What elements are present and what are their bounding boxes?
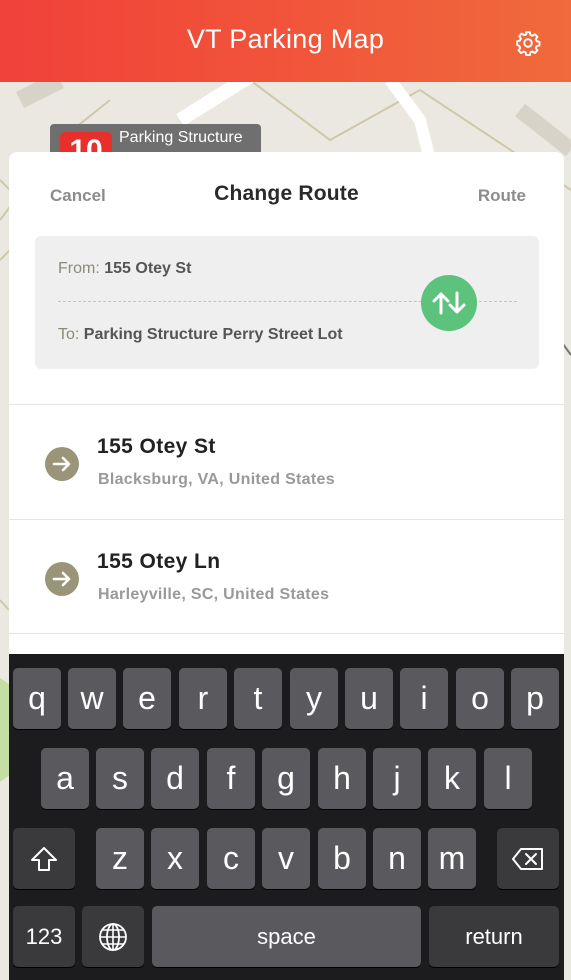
key-m[interactable]: m [428, 828, 476, 889]
key-r[interactable]: r [179, 668, 227, 729]
key-l[interactable]: l [484, 748, 532, 809]
from-prefix: From: [58, 260, 100, 277]
globe-key[interactable] [82, 906, 144, 967]
results-list: 155 Otey St Blacksburg, VA, United State… [9, 404, 564, 634]
shift-icon [31, 846, 57, 871]
list-item[interactable]: 155 Otey St Blacksburg, VA, United State… [9, 404, 564, 519]
shift-key[interactable] [13, 828, 75, 889]
on-screen-keyboard: q w e r t y u i o p a s d f g h j k l z … [9, 654, 564, 980]
to-field[interactable]: To: Parking Structure Perry Street Lot [58, 326, 343, 344]
result-name: 155 Otey St [97, 435, 216, 458]
key-y[interactable]: y [290, 668, 338, 729]
arrow-right-icon [45, 447, 79, 481]
app-title: VT Parking Map [186, 23, 385, 54]
backspace-icon [512, 847, 543, 870]
key-z[interactable]: z [96, 828, 144, 889]
change-route-panel: Cancel Change Route Route From: 155 Otey… [9, 152, 564, 672]
key-t[interactable]: t [234, 668, 282, 729]
key-n[interactable]: n [373, 828, 421, 889]
from-field[interactable]: From: 155 Otey St [58, 260, 191, 278]
key-e[interactable]: e [123, 668, 171, 729]
to-prefix: To: [58, 326, 80, 343]
key-c[interactable]: c [207, 828, 255, 889]
numbers-key[interactable]: 123 [13, 906, 75, 967]
marker-label: Parking Structure [119, 129, 243, 146]
from-value: 155 Otey St [104, 260, 192, 277]
backspace-key[interactable] [497, 828, 559, 889]
globe-icon [99, 922, 127, 951]
key-a[interactable]: a [41, 748, 89, 809]
result-subtitle: Harleyville, SC, United States [98, 586, 330, 603]
key-h[interactable]: h [318, 748, 366, 809]
route-button[interactable]: Route [478, 186, 526, 206]
to-value: Parking Structure Perry Street Lot [83, 326, 343, 343]
list-item[interactable]: 155 Otey Ln Harleyville, SC, United Stat… [9, 519, 564, 634]
key-i[interactable]: i [400, 668, 448, 729]
key-s[interactable]: s [96, 748, 144, 809]
app-header: VT Parking Map [0, 0, 571, 82]
key-v[interactable]: v [262, 828, 310, 889]
key-b[interactable]: b [318, 828, 366, 889]
swap-button[interactable] [421, 275, 477, 331]
key-w[interactable]: w [68, 668, 116, 729]
key-x[interactable]: x [151, 828, 199, 889]
gear-icon[interactable] [515, 30, 541, 56]
key-g[interactable]: g [262, 748, 310, 809]
key-f[interactable]: f [207, 748, 255, 809]
space-key[interactable]: space [152, 906, 421, 967]
route-endpoints: From: 155 Otey St To: Parking Structure … [35, 236, 539, 369]
key-d[interactable]: d [151, 748, 199, 809]
return-key[interactable]: return [429, 906, 559, 967]
swap-arrows-icon [432, 291, 466, 315]
key-u[interactable]: u [345, 668, 393, 729]
key-j[interactable]: j [373, 748, 421, 809]
key-k[interactable]: k [428, 748, 476, 809]
arrow-right-icon [45, 562, 79, 596]
result-subtitle: Blacksburg, VA, United States [98, 471, 335, 488]
key-q[interactable]: q [13, 668, 61, 729]
panel-header: Cancel Change Route Route [9, 152, 564, 236]
key-p[interactable]: p [511, 668, 559, 729]
key-o[interactable]: o [456, 668, 504, 729]
result-name: 155 Otey Ln [97, 550, 221, 573]
